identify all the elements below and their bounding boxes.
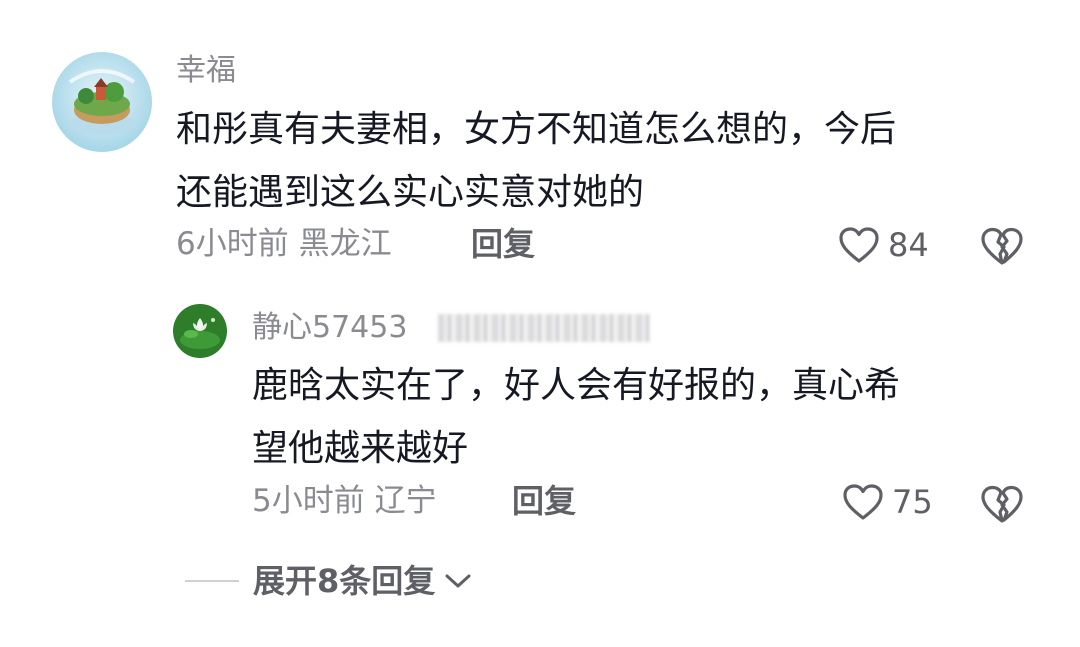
reply-time-location: 5小时前 辽宁 xyxy=(252,483,437,519)
broken-heart-icon xyxy=(981,485,1023,523)
heart-outline-icon xyxy=(839,227,879,263)
expand-replies-label: 展开8条回复 xyxy=(253,562,436,600)
reply-button[interactable]: 回复 xyxy=(471,228,535,260)
reply-user-avatar[interactable] xyxy=(173,304,227,358)
reply-like-count: 75 xyxy=(892,483,933,521)
reply-dislike-button[interactable] xyxy=(980,484,1024,528)
user-avatar[interactable] xyxy=(52,52,152,152)
reply-like-button[interactable]: 75 xyxy=(842,483,933,521)
expand-divider xyxy=(185,580,239,582)
lotus-avatar-icon xyxy=(173,304,227,358)
reply-username[interactable]: 静心57453 xyxy=(252,313,407,343)
reply-text: 鹿晗太实在了，好人会有好报的，真心希 望他越来越好 xyxy=(252,365,901,469)
comment-time-location: 6小时前 黑龙江 xyxy=(176,226,392,262)
like-count: 84 xyxy=(888,226,929,264)
comment-text: 和彤真有夫妻相，女方不知道怎么想的，今后 还能遇到这么实心实意对她的 xyxy=(176,109,897,213)
chevron-down-icon xyxy=(445,574,471,588)
comment-username[interactable]: 幸福 xyxy=(176,56,236,86)
expand-replies-button[interactable]: 展开8条回复 xyxy=(185,565,473,597)
heart-outline-icon xyxy=(843,484,883,520)
reply-reply-button[interactable]: 回复 xyxy=(512,485,576,517)
blurred-username-suffix xyxy=(438,314,650,342)
dislike-button[interactable] xyxy=(980,226,1024,270)
broken-heart-icon xyxy=(981,227,1023,265)
like-button[interactable]: 84 xyxy=(838,226,929,264)
island-avatar-icon xyxy=(52,52,152,152)
